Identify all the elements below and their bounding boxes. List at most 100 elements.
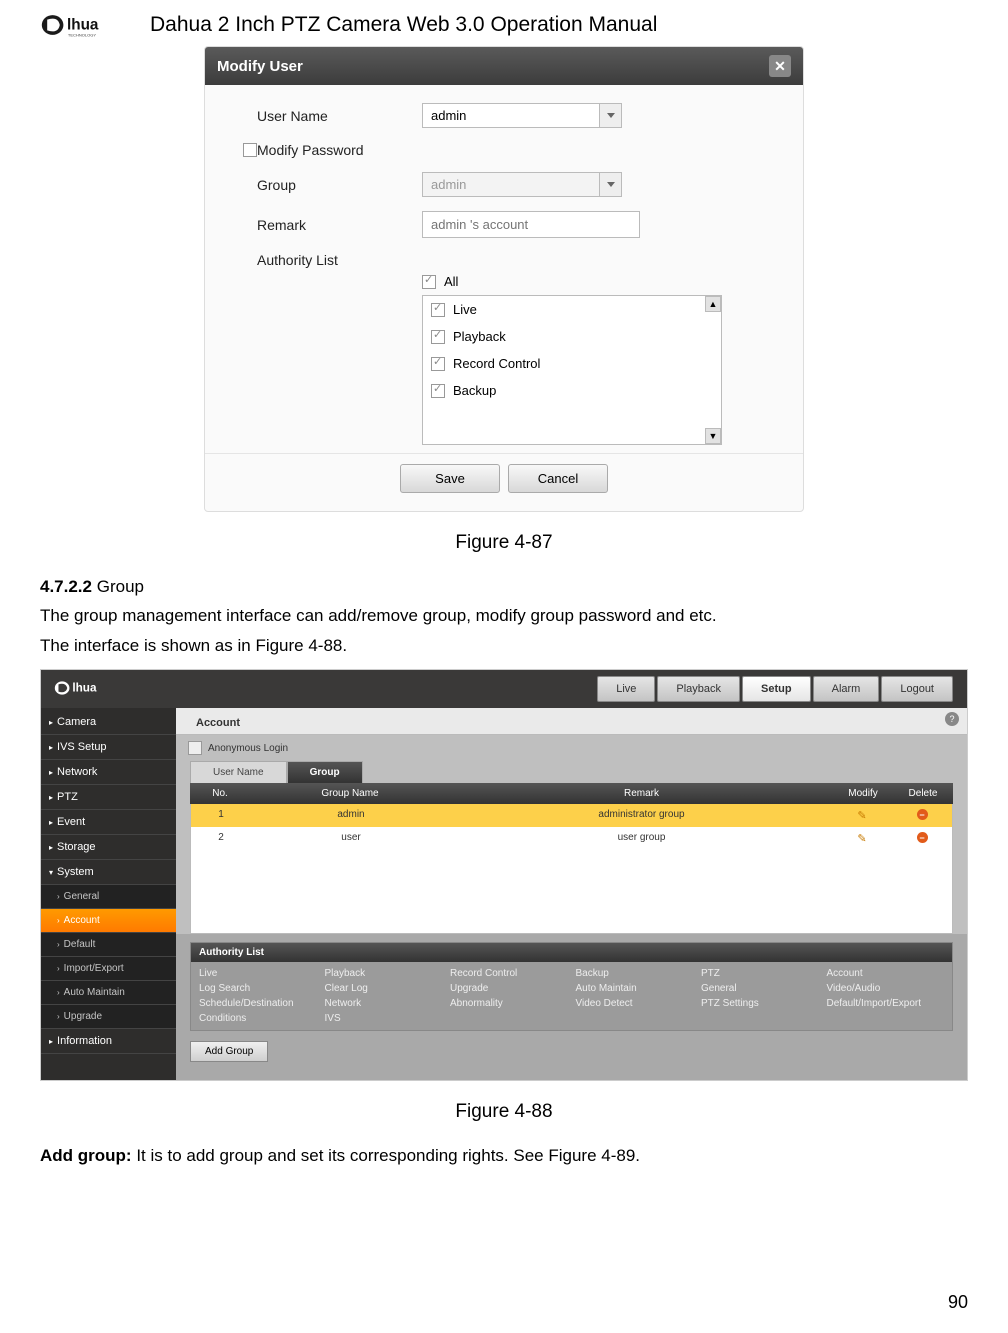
chevron-right-icon: ▸: [49, 843, 53, 852]
authority-grid-item: Upgrade: [450, 983, 568, 994]
content-title: Account: [176, 712, 260, 734]
modify-password-label: Modify Password: [257, 142, 422, 158]
dialog-header: Modify User ✕: [205, 47, 803, 85]
sidebar-item-ivs[interactable]: ▸IVS Setup: [41, 735, 176, 760]
save-button[interactable]: Save: [400, 464, 500, 493]
chevron-right-icon: ›: [57, 1012, 60, 1021]
sub-tab-group[interactable]: Group: [287, 761, 363, 783]
chevron-down-icon: ▾: [49, 868, 53, 877]
help-icon[interactable]: ?: [945, 712, 959, 726]
add-group-button[interactable]: Add Group: [190, 1041, 268, 1062]
authority-grid-item: Schedule/Destination: [199, 998, 317, 1009]
svg-text:TECHNOLOGY: TECHNOLOGY: [68, 32, 97, 37]
authority-all-label: All: [444, 274, 458, 289]
delete-icon[interactable]: −: [917, 832, 928, 843]
chevron-right-icon: ▸: [49, 718, 53, 727]
edit-icon[interactable]: ✎: [857, 810, 866, 822]
group-label: Group: [257, 177, 422, 193]
authority-grid-item: Network: [325, 998, 443, 1009]
remark-label: Remark: [257, 217, 422, 233]
authority-list-label: Authority List: [257, 252, 422, 268]
authority-item-checkbox[interactable]: [431, 303, 445, 317]
authority-item-label: Playback: [453, 329, 506, 344]
section-title: Group: [97, 577, 144, 596]
authority-grid-item: PTZ: [701, 968, 819, 979]
remark-input[interactable]: [422, 211, 640, 238]
sidebar-sub-general[interactable]: ›General: [41, 885, 176, 909]
col-modify: Modify: [833, 783, 893, 804]
anonymous-login-label: Anonymous Login: [208, 743, 288, 754]
authority-grid-item: Abnormality: [450, 998, 568, 1009]
top-tabs: Live Playback Setup Alarm Logout: [597, 676, 953, 702]
chevron-down-icon[interactable]: [600, 172, 622, 197]
sidebar-item-storage[interactable]: ▸Storage: [41, 835, 176, 860]
tab-setup[interactable]: Setup: [742, 676, 811, 702]
authority-item-checkbox[interactable]: [431, 384, 445, 398]
user-name-value: admin: [422, 103, 600, 128]
tab-playback[interactable]: Playback: [657, 676, 740, 702]
authority-grid-item: Video/Audio: [827, 983, 945, 994]
table-row[interactable]: 2 user user group ✎ −: [191, 827, 952, 850]
anonymous-login-checkbox[interactable]: [188, 741, 202, 755]
authority-grid-item: Default/Import/Export: [827, 998, 945, 1009]
sidebar-sub-default[interactable]: ›Default: [41, 933, 176, 957]
authority-grid-item: Playback: [325, 968, 443, 979]
authority-grid-item: Video Detect: [576, 998, 694, 1009]
tab-logout[interactable]: Logout: [881, 676, 953, 702]
chevron-down-icon[interactable]: [600, 103, 622, 128]
page-header: lhua TECHNOLOGY Dahua 2 Inch PTZ Camera …: [40, 10, 968, 40]
document-title: Dahua 2 Inch PTZ Camera Web 3.0 Operatio…: [150, 13, 657, 37]
authority-all-checkbox[interactable]: [422, 275, 436, 289]
delete-icon[interactable]: −: [917, 809, 928, 820]
sidebar-sub-import-export[interactable]: ›Import/Export: [41, 957, 176, 981]
authority-grid-item: Conditions: [199, 1013, 317, 1024]
scroll-down-icon[interactable]: ▼: [705, 428, 721, 444]
svg-text:lhua: lhua: [67, 17, 99, 34]
authority-list-box[interactable]: ▲ Live Playback Record Control Backup ▼: [422, 295, 722, 445]
sidebar-item-information[interactable]: ▸Information: [41, 1029, 176, 1054]
table-body: 1 admin administrator group ✎ − 2 user u…: [190, 804, 953, 934]
authority-grid-item: IVS: [325, 1013, 443, 1024]
account-sub-tabs: User Name Group: [176, 761, 967, 783]
web-content: Account ? Anonymous Login User Name Grou…: [176, 708, 967, 1080]
chevron-right-icon: ›: [57, 916, 60, 925]
sidebar-item-system[interactable]: ▾System: [41, 860, 176, 885]
tab-live[interactable]: Live: [597, 676, 655, 702]
group-select[interactable]: admin: [422, 172, 622, 197]
chevron-right-icon: ▸: [49, 768, 53, 777]
edit-icon[interactable]: ✎: [857, 833, 866, 845]
dialog-title: Modify User: [217, 58, 303, 75]
col-group-name: Group Name: [250, 783, 450, 804]
authority-panel: Authority List LivePlaybackRecord Contro…: [190, 942, 953, 1031]
tab-alarm[interactable]: Alarm: [813, 676, 880, 702]
sidebar-sub-upgrade[interactable]: ›Upgrade: [41, 1005, 176, 1029]
table-row[interactable]: 1 admin administrator group ✎ −: [191, 804, 952, 827]
authority-grid-item: Live: [199, 968, 317, 979]
sub-tab-user-name[interactable]: User Name: [190, 761, 287, 783]
document-page: lhua TECHNOLOGY Dahua 2 Inch PTZ Camera …: [0, 0, 1008, 1333]
sidebar-sub-auto-maintain[interactable]: ›Auto Maintain: [41, 981, 176, 1005]
modify-password-checkbox[interactable]: [243, 143, 257, 157]
close-icon[interactable]: ✕: [769, 55, 791, 77]
chevron-right-icon: ▸: [49, 818, 53, 827]
web-ui-frame: lhua Live Playback Setup Alarm Logout ▸C…: [40, 669, 968, 1081]
authority-item-checkbox[interactable]: [431, 330, 445, 344]
figure-caption-88: Figure 4-88: [40, 1101, 968, 1123]
authority-item-checkbox[interactable]: [431, 357, 445, 371]
sidebar-item-network[interactable]: ▸Network: [41, 760, 176, 785]
sidebar: ▸Camera ▸IVS Setup ▸Network ▸PTZ ▸Event …: [41, 708, 176, 1080]
sidebar-item-event[interactable]: ▸Event: [41, 810, 176, 835]
user-name-select[interactable]: admin: [422, 103, 622, 128]
authority-grid-item: General: [701, 983, 819, 994]
cancel-button[interactable]: Cancel: [508, 464, 608, 493]
section-number: 4.7.2.2: [40, 577, 92, 596]
section-heading: 4.7.2.2 Group: [40, 574, 968, 600]
chevron-right-icon: ›: [57, 964, 60, 973]
authority-grid: LivePlaybackRecord ControlBackupPTZAccou…: [191, 962, 952, 1030]
sidebar-sub-account[interactable]: ›Account: [41, 909, 176, 933]
chevron-right-icon: ›: [57, 892, 60, 901]
sidebar-item-ptz[interactable]: ▸PTZ: [41, 785, 176, 810]
scroll-up-icon[interactable]: ▲: [705, 296, 721, 312]
sidebar-item-camera[interactable]: ▸Camera: [41, 710, 176, 735]
authority-item-label: Backup: [453, 383, 496, 398]
